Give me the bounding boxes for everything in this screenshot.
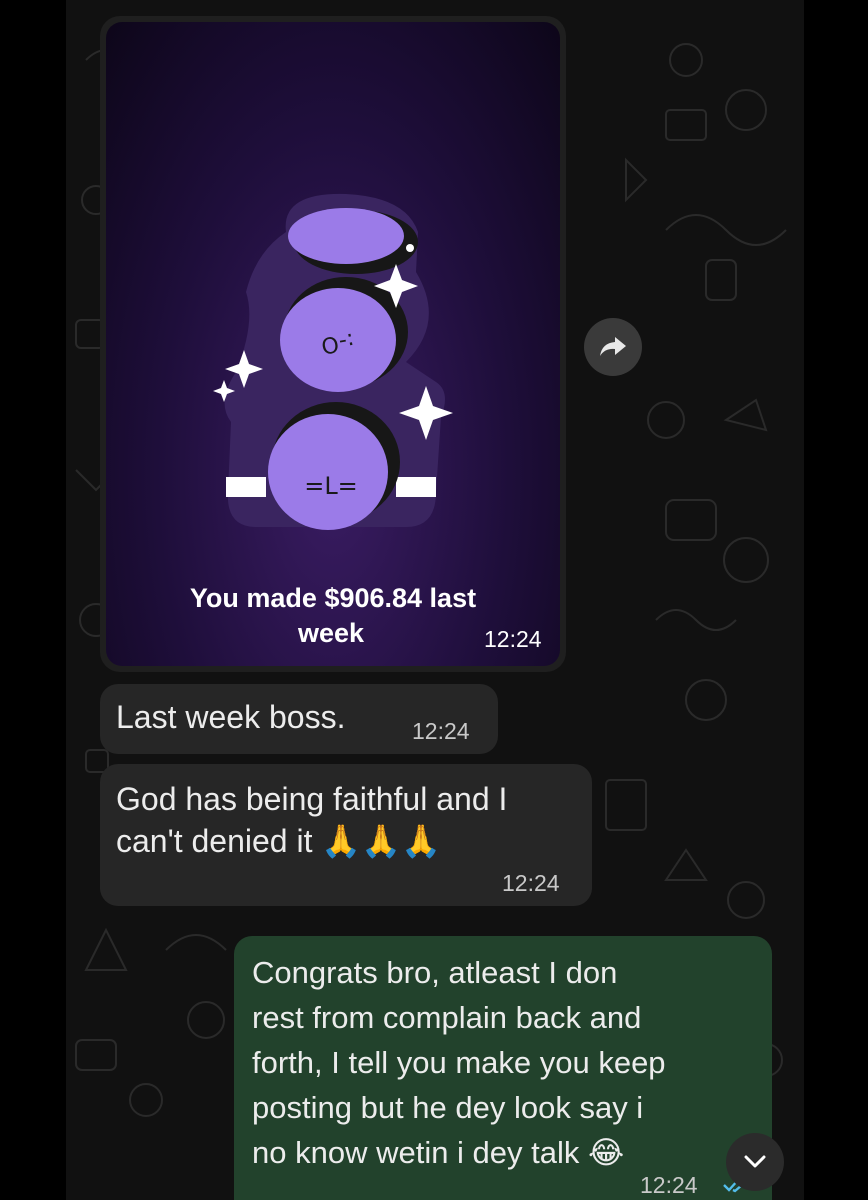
message-text: Congrats bro, atleast I don rest from co… xyxy=(252,955,666,1170)
outgoing-message[interactable]: Congrats bro, atleast I don rest from co… xyxy=(234,936,772,1200)
image-message[interactable]: :-O =L= You made $906.84 last week 12:24 xyxy=(100,16,566,672)
left-margin xyxy=(0,0,66,1200)
message-text: God has being faithful and I can't denie… xyxy=(116,781,508,859)
image-caption-line2: week xyxy=(298,618,365,648)
message-time: 12:24 xyxy=(484,626,542,652)
forward-arrow-icon xyxy=(600,337,626,356)
scroll-to-bottom-button[interactable] xyxy=(726,1133,784,1191)
incoming-message[interactable]: God has being faithful and I can't denie… xyxy=(100,764,592,906)
chat-area[interactable]: :-O =L= You made $906.84 last week 12:24 xyxy=(66,0,804,1200)
stacked-coins-illustration: :-O =L= xyxy=(213,193,453,530)
image-caption-line1: You made $906.84 last xyxy=(189,583,477,613)
right-margin xyxy=(804,0,868,1200)
chevron-down-icon xyxy=(744,1155,766,1168)
message-time: 12:24 xyxy=(640,1172,698,1198)
message-time: 12:24 xyxy=(502,870,560,896)
forward-button[interactable] xyxy=(584,318,642,376)
earnings-image[interactable]: :-O =L= You made $906.84 last week 12:24 xyxy=(106,22,560,666)
svg-text:=L=: =L= xyxy=(304,472,358,500)
message-text: Last week boss. xyxy=(116,699,346,735)
incoming-message[interactable]: Last week boss. 12:24 xyxy=(100,684,498,754)
message-time: 12:24 xyxy=(412,718,470,744)
